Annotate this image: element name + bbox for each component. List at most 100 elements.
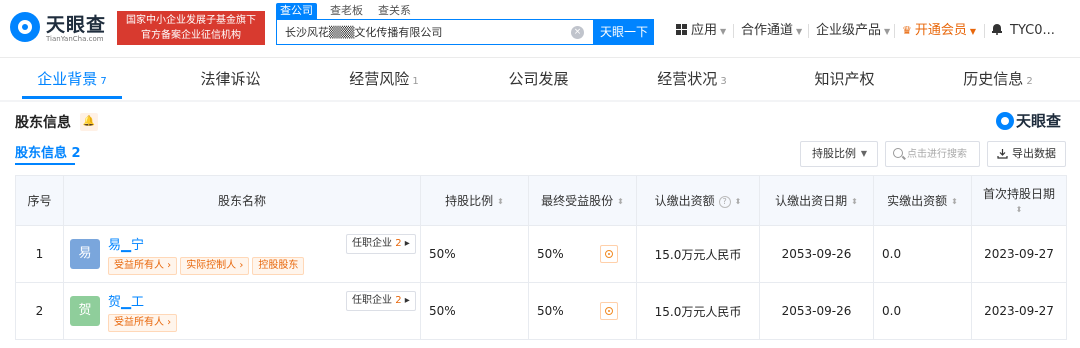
nav-app[interactable]: 应用 ▼ [676,22,726,40]
cell-subscribed: 15.0万元人民币 [636,225,760,283]
tab-litigation[interactable]: 法律诉讼 [182,58,282,100]
chevron-down-icon: ▼ [884,27,891,36]
tab-operation[interactable]: 经营状况 3 [642,58,742,100]
category-tabs: 企业背景 7 法律诉讼 经营风险 1 公司发展 经营状况 3 知识产权 历史信息 2 [0,58,1080,100]
job-companies-button[interactable]: 任职企业 2 ▸ [346,233,416,254]
job-companies-button[interactable]: 任职企业 2 ▸ [346,290,416,311]
sort-icon[interactable]: ⬍ [1016,205,1023,214]
avatar[interactable]: 贺 [70,295,100,326]
eye-logo-icon [996,112,1014,130]
top-header: 天眼查 TianYanCha.com 国家中小企业发展子基金旗下 官方备案企业征… [0,0,1080,58]
ratio-filter-button[interactable]: 持股比例 ▼ [800,141,878,167]
brand-text: 天眼查 [1016,112,1062,130]
subtab-shareholders[interactable]: 股东信息 2 [15,142,81,161]
cell-paid: 0.0 [873,225,972,283]
table-row: 2 贺 贺▁工 受益所有人 › 任职企业 2 ▸ 50% 50% 15.0万元人… [15,282,1067,340]
tab-risk[interactable]: 经营风险 1 [334,58,434,100]
table-search-box [885,141,980,167]
nav-app-label: 应用 [691,23,718,38]
site-logo[interactable]: 天眼查 TianYanCha.com [10,10,114,48]
cell-holder: 易 易▁宁 受益所有人 › 实际控制人 › 控股股东 任职企业 2 ▸ [63,225,421,283]
ratio-filter-label: 持股比例 [812,147,856,160]
subtab-underline [15,163,75,165]
chevron-down-icon: ▼ [720,27,727,36]
tag-beneficiary[interactable]: 受益所有人 › [108,256,178,275]
bell-icon[interactable] [992,23,1002,35]
help-icon[interactable]: ? [718,195,731,208]
tab-count: 1 [412,76,419,87]
column-header-ratio[interactable]: 持股比例 ⬍ [420,175,529,226]
cell-index: 1 [15,225,64,283]
badge-line-1: 国家中小企业发展子基金旗下 [126,15,256,26]
nav-enterprise-label: 企业级产品 [816,23,882,38]
export-button[interactable]: 导出数据 [987,141,1066,167]
sort-icon[interactable]: ⬍ [851,197,858,206]
nav-enterprise[interactable]: 企业级产品 ▼ [816,22,890,40]
clear-icon[interactable]: × [571,26,584,39]
eye-logo-icon [10,12,40,42]
cell-benefit: 50% [528,225,637,283]
search-input[interactable] [285,20,567,44]
equity-chart-icon[interactable] [600,245,618,263]
crown-icon: ♛ [902,24,912,37]
tag-controlling-holder: 控股股东 [252,256,305,275]
nav-vip[interactable]: ♛ 开通会员 ▼ [902,22,976,40]
equity-chart-icon[interactable] [600,302,618,320]
column-header-subscribed[interactable]: 认缴出资额? ⬍ [636,175,760,226]
search-tab-company[interactable]: 查公司 [276,3,317,19]
search-tab-boss[interactable]: 查老板 [326,3,367,19]
column-header-paid[interactable]: 实缴出资额 ⬍ [873,175,972,226]
divider [733,24,734,38]
tag-beneficiary[interactable]: 受益所有人 › [108,313,178,332]
cell-ratio: 50% [420,282,529,340]
download-icon [997,149,1008,159]
tab-ip[interactable]: 知识产权 [796,58,896,100]
table-search-input[interactable] [907,142,979,166]
cell-benefit: 50% [528,282,637,340]
sort-icon[interactable]: ⬍ [497,197,504,206]
sort-icon[interactable]: ⬍ [617,197,624,206]
search-button[interactable]: 天眼一下 [594,19,654,45]
holder-name-link[interactable]: 易▁宁 [108,234,144,253]
tab-count: 3 [720,76,727,87]
active-tab-underline [22,96,122,99]
table-header-row: 序号 股东名称 持股比例 ⬍ 最终受益股份 ⬍ 认缴出资额? ⬍ 认缴出资日期 ⬍ 实缴… [15,175,1067,226]
cell-sub-date: 2053-09-26 [759,282,874,340]
official-badge: 国家中小企业发展子基金旗下 官方备案企业征信机构 [117,11,265,45]
tab-label: 历史信息 [963,70,1024,88]
bell-icon[interactable]: 🔔 [80,113,98,131]
tab-development[interactable]: 公司发展 [490,58,590,100]
column-header-first-date[interactable]: 首次持股日期 ⬍ [971,175,1067,226]
chevron-down-icon: ▼ [860,149,867,158]
cell-first-date: 2023-09-27 [971,225,1067,283]
user-name: TYC0... [1010,23,1055,38]
search-tab-relation[interactable]: 查关系 [374,3,415,19]
tab-label: 经营风险 [349,70,410,88]
shareholder-table: 序号 股东名称 持股比例 ⬍ 最终受益股份 ⬍ 认缴出资额? ⬍ 认缴出资日期 ⬍ 实缴… [15,175,1067,340]
tab-history[interactable]: 历史信息 2 [948,58,1048,100]
subtab-label: 股东信息 [15,146,68,161]
tab-count: 2 [1026,76,1033,87]
cell-subscribed: 15.0万元人民币 [636,282,760,340]
shareholder-panel: 股东信息 🔔 天眼查 股东信息 2 持股比例 ▼ 导出数据 序号 股东名称 持股… [0,102,1080,348]
column-header-index: 序号 [15,175,64,226]
nav-channel[interactable]: 合作通道 ▼ [741,22,802,40]
search-box: × [276,19,594,45]
sort-icon[interactable]: ⬍ [951,197,958,206]
tab-background[interactable]: 企业背景 7 [22,58,122,100]
cell-sub-date: 2053-09-26 [759,225,874,283]
tab-label: 法律诉讼 [200,70,261,88]
column-header-sub-date[interactable]: 认缴出资日期 ⬍ [759,175,874,226]
holder-name-link[interactable]: 贺▁工 [108,291,144,310]
holder-tags: 受益所有人 › 实际控制人 › 控股股东 [108,256,307,275]
cell-paid: 0.0 [873,282,972,340]
logo-text: 天眼查 [46,14,107,36]
sort-icon[interactable]: ⬍ [735,197,742,206]
cell-index: 2 [15,282,64,340]
divider [984,24,985,38]
nav-user[interactable]: TYC0... [992,22,1055,40]
grid-icon [676,24,687,35]
column-header-benefit[interactable]: 最终受益股份 ⬍ [528,175,637,226]
tag-controller[interactable]: 实际控制人 › [180,256,250,275]
avatar[interactable]: 易 [70,238,100,269]
